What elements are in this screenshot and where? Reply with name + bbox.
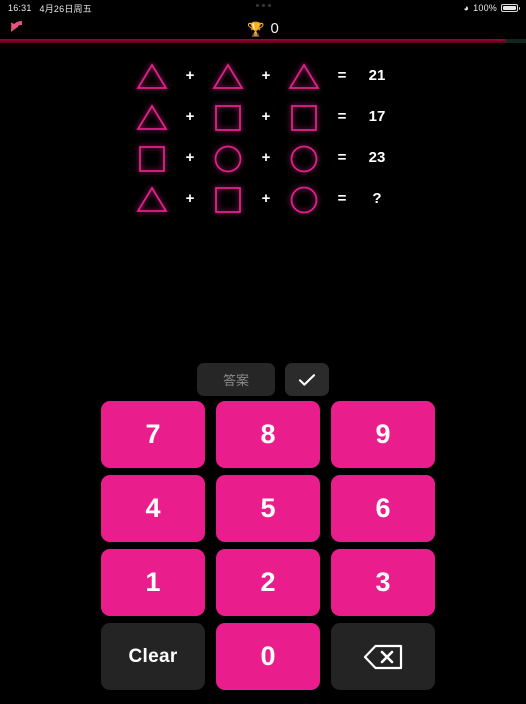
action-buttons: 答案	[0, 363, 526, 396]
equation-term	[205, 61, 251, 91]
equation-term	[205, 102, 251, 132]
plus-operator: +	[185, 108, 195, 125]
key-2[interactable]: 2	[216, 549, 320, 616]
square-shape-icon	[215, 186, 241, 213]
plus-operator: +	[261, 67, 271, 84]
app-header: 🏆 0	[0, 16, 526, 39]
triangle-shape-icon	[212, 62, 244, 89]
back-button[interactable]	[7, 17, 37, 39]
equation-term	[281, 143, 327, 173]
key-0[interactable]: 0	[216, 623, 320, 690]
equals-operator: =	[337, 108, 347, 125]
equation-term	[205, 184, 251, 214]
equation-term	[129, 143, 175, 173]
equation-term	[205, 143, 251, 173]
circle-shape-icon	[290, 145, 318, 172]
plus-operator: +	[261, 190, 271, 207]
key-clear[interactable]: Clear	[101, 623, 205, 690]
key-1[interactable]: 1	[101, 549, 205, 616]
multitask-dot	[261, 4, 265, 7]
equation-term	[129, 61, 175, 91]
equation-term	[281, 61, 327, 91]
square-shape-icon	[291, 104, 317, 131]
equals-operator: =	[337, 67, 347, 84]
plus-operator: +	[261, 108, 271, 125]
key-7[interactable]: 7	[101, 401, 205, 468]
plus-operator: +	[185, 190, 195, 207]
square-shape-icon	[139, 145, 165, 172]
plus-operator: +	[261, 149, 271, 166]
number-keypad: 7 8 9 4 5 6 1 2 3 Clear 0	[101, 401, 438, 690]
equation-term	[129, 184, 175, 214]
checkmark-icon	[298, 373, 316, 386]
key-3[interactable]: 3	[331, 549, 435, 616]
multitask-dot	[267, 4, 271, 7]
submit-button[interactable]	[285, 363, 329, 396]
circle-shape-icon	[214, 145, 242, 172]
key-6[interactable]: 6	[331, 475, 435, 542]
equation-row: + + = 21	[0, 55, 526, 96]
equals-operator: =	[337, 149, 347, 166]
score-value: 0	[270, 20, 279, 37]
equation-row: + + =?	[0, 178, 526, 219]
triangle-shape-icon	[136, 103, 168, 130]
equation-result: 17	[368, 108, 386, 125]
back-arrow-icon	[11, 21, 22, 32]
key-8[interactable]: 8	[216, 401, 320, 468]
equation-term	[129, 102, 175, 132]
triangle-shape-icon	[136, 185, 168, 212]
triangle-shape-icon	[136, 62, 168, 89]
equation-result: 21	[368, 67, 386, 84]
key-5[interactable]: 5	[216, 475, 320, 542]
trophy-icon: 🏆	[247, 20, 265, 37]
key-9[interactable]: 9	[331, 401, 435, 468]
progress-bar-fill	[0, 39, 505, 43]
key-4[interactable]: 4	[101, 475, 205, 542]
equation-term	[281, 102, 327, 132]
plus-operator: +	[185, 149, 195, 166]
answer-button[interactable]: 答案	[197, 363, 275, 396]
puzzle-area: + + = 21 + + = 17 + + = 23 + + =?	[0, 43, 526, 219]
circle-shape-icon	[290, 186, 318, 213]
equation-term	[281, 184, 327, 214]
score-display: 🏆 0	[247, 20, 279, 37]
multitask-dot	[255, 4, 259, 7]
key-backspace[interactable]	[331, 623, 435, 690]
equation-unknown-result: ?	[372, 190, 382, 207]
backspace-icon	[363, 644, 403, 669]
equals-operator: =	[337, 190, 347, 207]
equation-row: + + = 17	[0, 96, 526, 137]
status-bar: 16:31 4月26日周五 ◕ 100%	[0, 0, 526, 16]
progress-bar	[0, 39, 526, 43]
plus-operator: +	[185, 67, 195, 84]
square-shape-icon	[215, 104, 241, 131]
equation-result: 23	[368, 149, 386, 166]
triangle-shape-icon	[288, 62, 320, 89]
equation-row: + + = 23	[0, 137, 526, 178]
multitasking-indicator[interactable]	[0, 4, 526, 7]
